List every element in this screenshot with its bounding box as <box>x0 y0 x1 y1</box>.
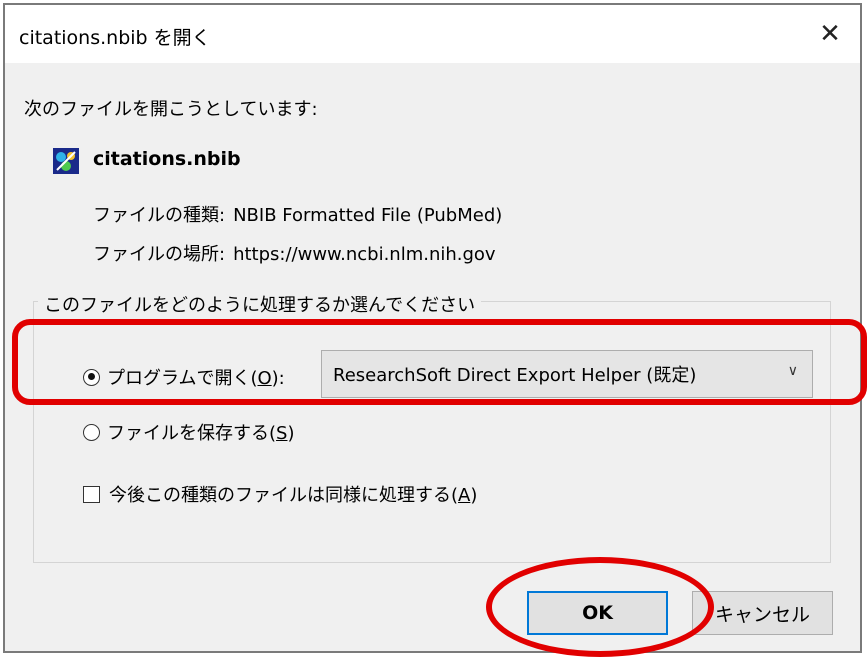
application-select[interactable]: ResearchSoft Direct Export Helper (既定) ∨ <box>321 350 813 398</box>
action-group-legend: このファイルをどのように処理するか選んでください <box>38 291 482 317</box>
remember-choice-option[interactable]: 今後この種類のファイルは同様に処理する(A) <box>83 481 477 507</box>
remember-choice-label: 今後この種類のファイルは同様に処理する(A) <box>109 485 478 506</box>
file-type-row: ファイルの種類: NBIB Formatted File (PubMed) <box>93 201 502 227</box>
open-file-dialog: citations.nbib を開く ✕ 次のファイルを開こうとしています: c… <box>3 3 862 653</box>
dialog-title: citations.nbib を開く <box>19 27 211 49</box>
open-with-option[interactable]: プログラムで開く(O): <box>83 364 285 390</box>
close-button[interactable]: ✕ <box>800 5 860 63</box>
save-file-label: ファイルを保存する(S) <box>107 423 295 444</box>
file-location-label: ファイルの場所: <box>93 244 226 265</box>
application-file-icon <box>53 148 79 174</box>
file-type-label: ファイルの種類: <box>93 205 226 226</box>
save-file-radio[interactable] <box>83 423 100 441</box>
selected-application: ResearchSoft Direct Export Helper (既定) <box>333 365 697 386</box>
file-type-value: NBIB Formatted File (PubMed) <box>233 205 503 226</box>
file-name: citations.nbib <box>93 148 241 170</box>
title-bar: citations.nbib を開く ✕ <box>5 5 860 63</box>
intro-text: 次のファイルを開こうとしています: <box>24 99 318 120</box>
open-with-radio[interactable] <box>83 368 100 386</box>
remember-choice-checkbox[interactable] <box>83 485 100 503</box>
cancel-button[interactable]: キャンセル <box>692 591 833 635</box>
chevron-down-icon: ∨ <box>787 363 798 379</box>
close-icon: ✕ <box>819 19 841 49</box>
file-location-value: https://www.ncbi.nlm.nih.gov <box>233 244 496 265</box>
file-location-row: ファイルの場所: https://www.ncbi.nlm.nih.gov <box>93 240 496 266</box>
open-with-label: プログラムで開く(O): <box>107 368 285 389</box>
ok-button[interactable]: OK <box>527 591 668 635</box>
save-file-option[interactable]: ファイルを保存する(S) <box>83 419 295 445</box>
